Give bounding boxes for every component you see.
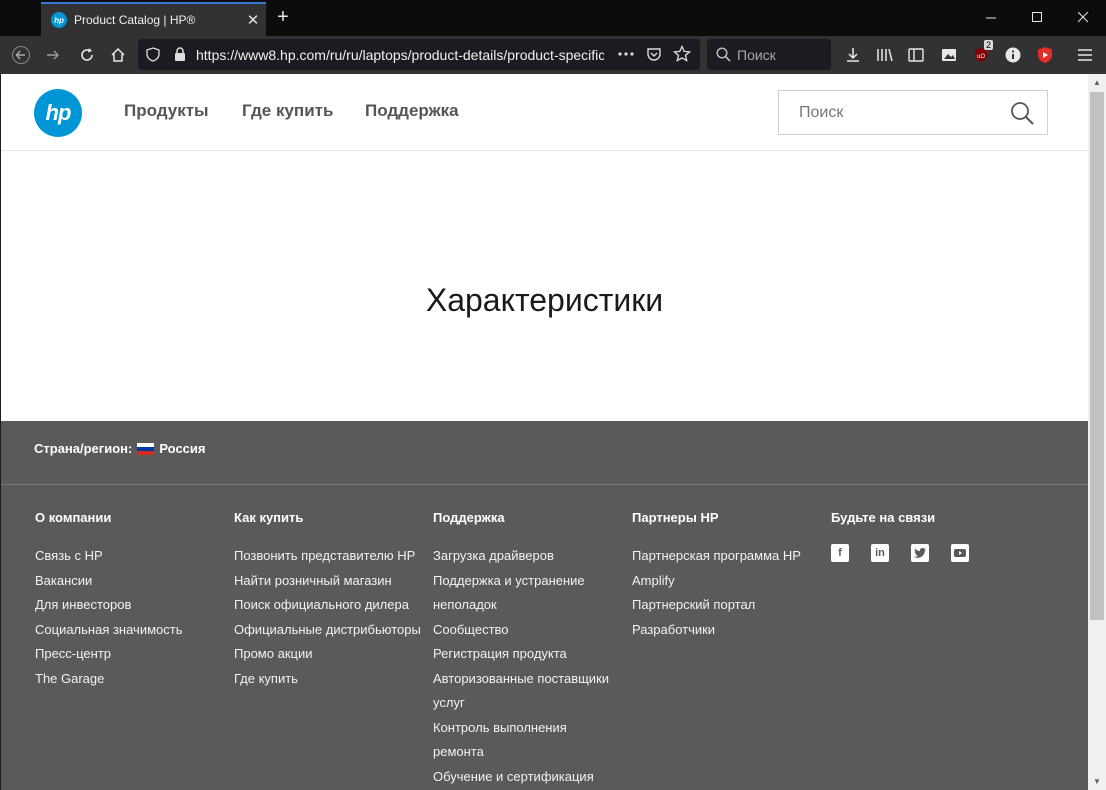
pocket-icon[interactable] — [646, 46, 662, 62]
site-search-placeholder: Поиск — [799, 103, 844, 121]
ublock-badge: 2 — [984, 40, 994, 50]
footer-link[interactable]: Контроль выполнения — [433, 716, 628, 741]
footer-link[interactable]: The Garage — [35, 667, 230, 692]
footer-column-title: Будьте на связи — [831, 510, 936, 525]
scroll-down-icon[interactable]: ▼ — [1088, 773, 1106, 790]
footer-column-about: О компании Связь с HP Вакансии Для инвес… — [35, 510, 230, 691]
footer-column-title: Как купить — [234, 510, 304, 525]
country-selector[interactable]: Страна/регион: Россия — [34, 441, 205, 456]
footer-link[interactable]: Партнерская программа HP — [632, 544, 827, 569]
footer-link[interactable]: Официальные дистрибьюторы — [234, 618, 429, 643]
search-icon — [716, 47, 731, 62]
footer-link[interactable]: Сообщество — [433, 618, 628, 643]
footer-link[interactable]: Позвонить представителю HP — [234, 544, 429, 569]
footer-column-title: О компании — [35, 510, 112, 525]
tab-close-icon[interactable]: ✕ — [240, 11, 266, 29]
footer-column-title: Партнеры HP — [632, 510, 719, 525]
ublock-origin-icon[interactable]: uO 2 — [968, 40, 994, 68]
lock-icon[interactable] — [174, 47, 186, 61]
web-page: hp Продукты Где купить Поддержка Поиск Х… — [1, 74, 1088, 790]
sidebar-icon[interactable] — [903, 42, 929, 68]
footer-link[interactable]: Где купить — [234, 667, 429, 692]
new-tab-button[interactable]: + — [270, 4, 296, 30]
downloads-icon[interactable] — [840, 42, 866, 68]
reload-icon[interactable] — [74, 42, 100, 68]
scroll-up-icon[interactable]: ▲ — [1088, 74, 1106, 91]
nav-where-to-buy[interactable]: Где купить — [242, 101, 333, 121]
footer-link[interactable]: Amplify — [632, 569, 827, 594]
hp-favicon-icon: hp — [51, 12, 67, 28]
library-icon[interactable] — [872, 42, 898, 68]
tab-title: Product Catalog | HP® — [74, 13, 196, 27]
footer-link[interactable]: Найти розничный магазин — [234, 569, 429, 594]
footer-column-how-to-buy: Как купить Позвонить представителю HP На… — [234, 510, 429, 691]
footer-link[interactable]: Загрузка драйверов — [433, 544, 628, 569]
linkedin-icon[interactable]: in — [871, 544, 889, 562]
forward-icon[interactable] — [40, 42, 66, 68]
youtube-icon[interactable] — [951, 544, 969, 562]
window-close-icon[interactable] — [1060, 0, 1106, 34]
footer-link[interactable]: Вакансии — [35, 569, 230, 594]
search-icon[interactable] — [1009, 100, 1035, 126]
site-footer: Страна/регион: Россия О компании Связь с… — [1, 421, 1088, 790]
facebook-icon[interactable]: f — [831, 544, 849, 562]
footer-link[interactable]: Связь с HP — [35, 544, 230, 569]
url-text[interactable]: https://www8.hp.com/ru/ru/laptops/produc… — [196, 47, 604, 63]
footer-column-connect: Будьте на связи f in — [831, 510, 1026, 562]
minimize-icon[interactable] — [968, 0, 1014, 34]
footer-link[interactable]: Обучение и сертификация — [433, 765, 628, 790]
more-actions-icon[interactable] — [618, 52, 634, 56]
footer-link[interactable]: Поддержка и устранение — [433, 569, 628, 594]
twitter-icon[interactable] — [911, 544, 929, 562]
info-extension-icon[interactable] — [1000, 42, 1026, 68]
footer-link[interactable]: Для инвесторов — [35, 593, 230, 618]
footer-link[interactable]: ремонта — [433, 740, 628, 765]
hp-logo[interactable]: hp — [34, 89, 82, 137]
footer-link[interactable]: Разработчики — [632, 618, 827, 643]
url-bar[interactable]: https://www8.hp.com/ru/ru/laptops/produc… — [138, 39, 700, 70]
menu-icon[interactable] — [1072, 42, 1098, 68]
home-icon[interactable] — [105, 42, 131, 68]
browser-tab[interactable]: hp Product Catalog | HP® ✕ — [41, 2, 266, 36]
site-search-input[interactable]: Поиск — [778, 90, 1048, 135]
footer-link[interactable]: Поиск официального дилера — [234, 593, 429, 618]
russia-flag-icon — [137, 442, 155, 455]
footer-link[interactable]: Партнерский портал — [632, 593, 827, 618]
footer-link[interactable]: Регистрация продукта — [433, 642, 628, 667]
social-links: f in — [831, 544, 1026, 562]
shield-icon[interactable] — [146, 47, 160, 62]
footer-column-support: Поддержка Загрузка драйверов Поддержка и… — [433, 510, 628, 789]
svg-text:uO: uO — [977, 54, 985, 60]
youtube-extension-icon[interactable] — [1032, 42, 1058, 68]
site-header: hp Продукты Где купить Поддержка Поиск — [1, 74, 1088, 151]
browser-search-placeholder: Поиск — [737, 46, 776, 63]
footer-divider — [1, 484, 1088, 485]
footer-column-partners: Партнеры HP Партнерская программа HP Amp… — [632, 510, 827, 642]
bookmark-star-icon[interactable] — [673, 45, 691, 63]
footer-column-title: Поддержка — [433, 510, 505, 525]
nav-support[interactable]: Поддержка — [365, 101, 459, 121]
footer-link[interactable]: неполадок — [433, 593, 628, 618]
browser-search-bar[interactable]: Поиск — [707, 39, 831, 70]
footer-link[interactable]: Социальная значимость — [35, 618, 230, 643]
country-value: Россия — [159, 441, 206, 456]
country-label: Страна/регион: — [34, 441, 133, 456]
page-title: Характеристики — [425, 282, 664, 318]
screenshot-extension-icon[interactable] — [936, 42, 962, 68]
browser-titlebar: hp Product Catalog | HP® ✕ + — [0, 0, 1106, 36]
browser-toolbar: https://www8.hp.com/ru/ru/laptops/produc… — [0, 36, 1106, 74]
footer-link[interactable]: Авторизованные поставщики — [433, 667, 628, 692]
maximize-icon[interactable] — [1014, 0, 1060, 34]
footer-link[interactable]: услуг — [433, 691, 628, 716]
page-scrollbar[interactable]: ▲ ▼ — [1088, 74, 1106, 790]
nav-products[interactable]: Продукты — [124, 101, 209, 121]
back-icon[interactable] — [8, 42, 34, 68]
footer-link[interactable]: Промо акции — [234, 642, 429, 667]
scroll-thumb[interactable] — [1090, 92, 1104, 620]
footer-link[interactable]: Пресс-центр — [35, 642, 230, 667]
